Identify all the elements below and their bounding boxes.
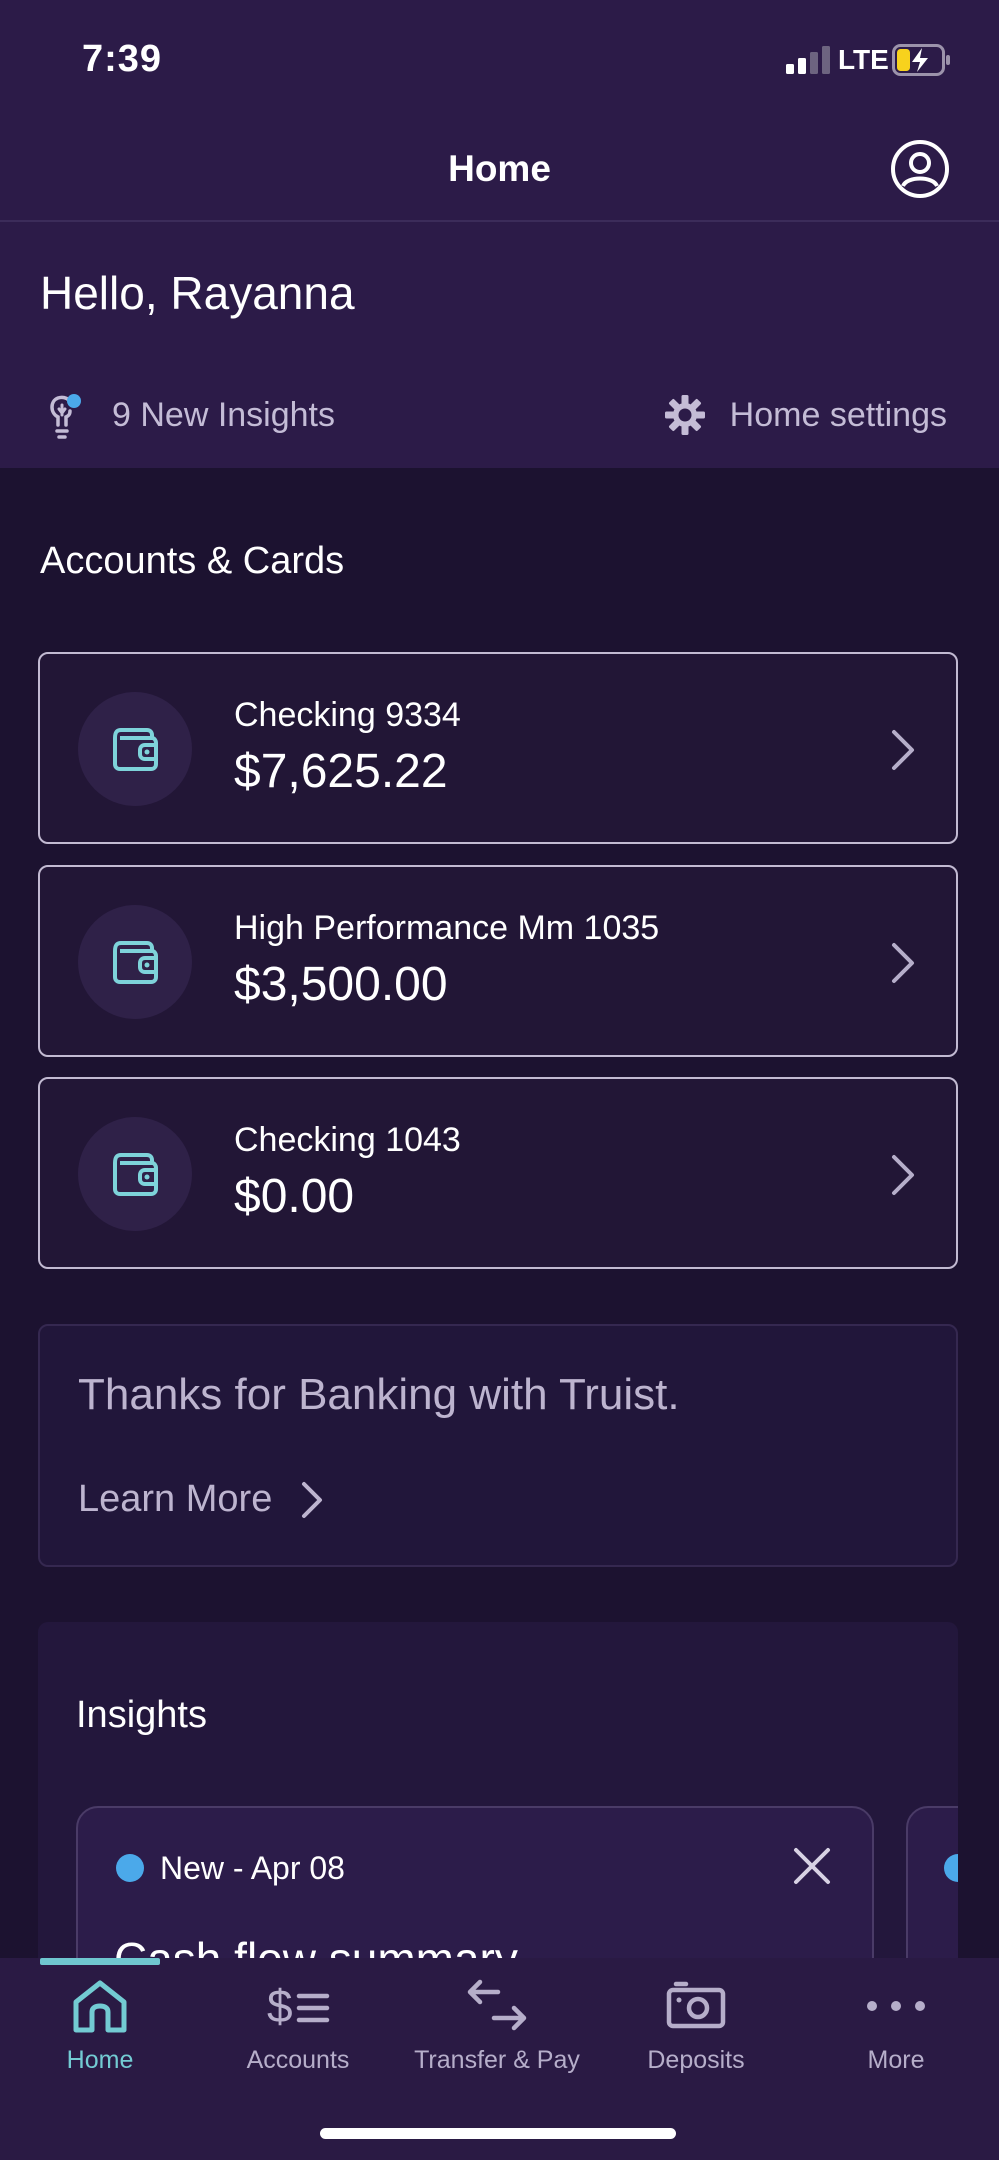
promo-card: Thanks for Banking with Truist. Learn Mo… bbox=[38, 1324, 958, 1567]
account-balance: $3,500.00 bbox=[234, 958, 448, 1011]
account-icon-badge bbox=[78, 905, 192, 1019]
home-indicator bbox=[320, 2128, 676, 2139]
account-name: Checking 1043 bbox=[234, 1121, 461, 1159]
account-balance: $7,625.22 bbox=[234, 745, 448, 798]
insights-panel: Insights New - Apr 08 Cash flow summary bbox=[38, 1622, 958, 1982]
tab-transfer-pay[interactable]: Transfer & Pay bbox=[404, 1978, 590, 2118]
status-time: 7:39 bbox=[82, 38, 163, 80]
more-icon bbox=[867, 2001, 925, 2011]
network-type: LTE bbox=[838, 44, 889, 75]
account-card-checking-1043[interactable]: Checking 1043 $0.00 bbox=[38, 1077, 958, 1269]
chevron-right-icon bbox=[892, 730, 914, 770]
tab-accounts[interactable]: $ Accounts bbox=[228, 1978, 368, 2118]
tab-label: Transfer & Pay bbox=[414, 2046, 580, 2074]
svg-text:$: $ bbox=[267, 1980, 293, 2032]
accounts-icon: $ bbox=[267, 1980, 330, 2032]
signal-icon bbox=[786, 46, 830, 74]
close-icon[interactable] bbox=[790, 1844, 834, 1888]
chevron-right-icon bbox=[892, 943, 914, 983]
account-name: High Performance Mm 1035 bbox=[234, 909, 660, 947]
new-insights-label: 9 New Insights bbox=[112, 395, 335, 434]
wallet-icon bbox=[113, 1153, 158, 1196]
profile-button[interactable] bbox=[888, 137, 952, 201]
insight-card-next[interactable] bbox=[906, 1806, 958, 1982]
tab-home[interactable]: Home bbox=[30, 1978, 170, 2118]
chevron-right-icon bbox=[302, 1481, 323, 1518]
battery-charging-icon bbox=[892, 44, 950, 76]
deposit-icon bbox=[666, 1981, 726, 2029]
new-indicator-dot bbox=[944, 1854, 958, 1882]
tab-more[interactable]: More bbox=[826, 1978, 966, 2118]
home-icon bbox=[73, 1980, 127, 2033]
wallet-icon bbox=[113, 941, 158, 984]
insight-card[interactable]: New - Apr 08 Cash flow summary bbox=[76, 1806, 874, 1982]
page-title: Home bbox=[448, 148, 551, 189]
new-indicator-dot bbox=[116, 1854, 144, 1882]
account-card-high-performance-1035[interactable]: High Performance Mm 1035 $3,500.00 bbox=[38, 865, 958, 1057]
learn-more-label: Learn More bbox=[78, 1478, 273, 1520]
promo-text: Thanks for Banking with Truist. bbox=[78, 1370, 680, 1419]
tab-deposits[interactable]: Deposits bbox=[626, 1978, 766, 2118]
account-name: Checking 9334 bbox=[234, 696, 461, 734]
tab-label: More bbox=[867, 2046, 925, 2074]
gear-icon bbox=[664, 395, 705, 435]
tab-label: Accounts bbox=[246, 2046, 350, 2074]
lightbulb-icon bbox=[50, 394, 81, 439]
accounts-section-title: Accounts & Cards bbox=[40, 540, 345, 582]
new-insights-link[interactable]: 9 New Insights bbox=[40, 390, 335, 440]
home-settings-label: Home settings bbox=[729, 395, 947, 434]
home-settings-link[interactable]: Home settings bbox=[664, 390, 947, 440]
account-card-checking-9334[interactable]: Checking 9334 $7,625.22 bbox=[38, 652, 958, 844]
status-bar: 7:39 LTE bbox=[0, 0, 999, 120]
tab-label: Deposits bbox=[647, 2046, 745, 2074]
chevron-right-icon bbox=[892, 1155, 914, 1195]
insights-title: Insights bbox=[76, 1694, 207, 1736]
tab-label: Home bbox=[66, 2046, 134, 2074]
wallet-icon bbox=[113, 728, 158, 771]
insight-badge: New - Apr 08 bbox=[160, 1850, 345, 1886]
transfer-icon bbox=[467, 1979, 527, 2031]
account-balance: $0.00 bbox=[234, 1170, 355, 1223]
account-icon-badge bbox=[78, 692, 192, 806]
active-tab-indicator bbox=[40, 1958, 160, 1965]
greeting: Hello, Rayanna bbox=[40, 267, 355, 319]
account-icon-badge bbox=[78, 1117, 192, 1231]
learn-more-link[interactable]: Learn More bbox=[78, 1478, 324, 1521]
nav-header: Home bbox=[0, 120, 999, 222]
